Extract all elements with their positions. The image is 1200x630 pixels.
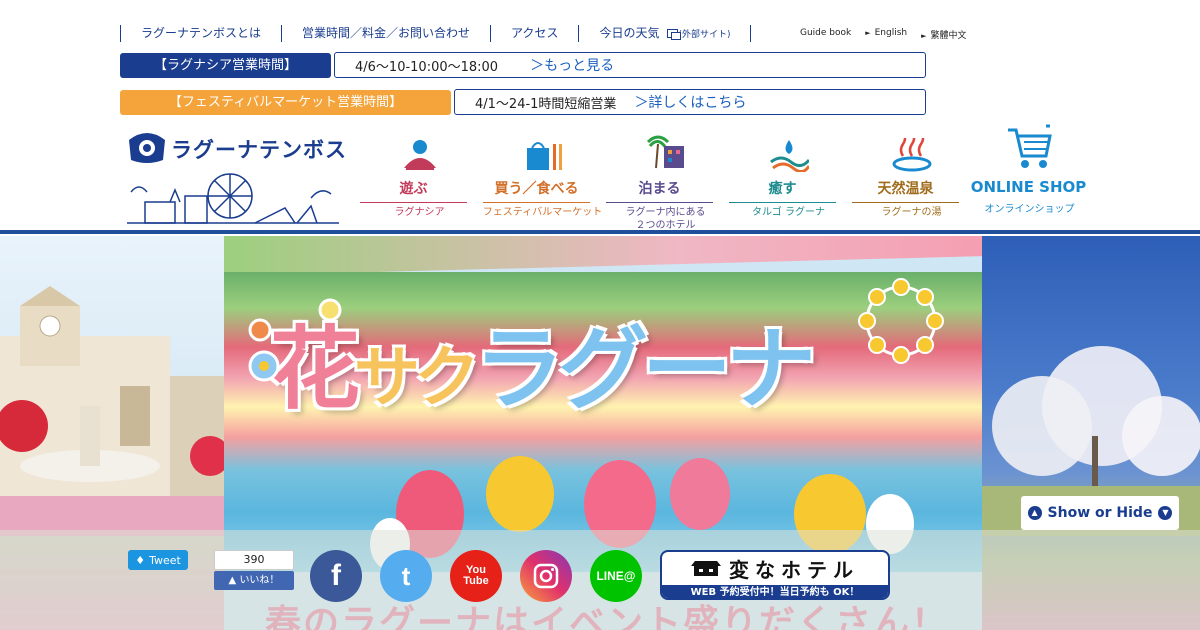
shopping-cart-icon bbox=[1007, 124, 1052, 168]
traditional-chinese-link[interactable]: ► 繁體中文 bbox=[921, 28, 966, 41]
lagunasia-more-link[interactable]: ＞もっと見る bbox=[530, 55, 614, 75]
instagram-icon[interactable] bbox=[520, 550, 572, 602]
thumbs-up-icon: ▲ bbox=[228, 575, 237, 586]
nav-about[interactable]: ラグーナテンボスとは bbox=[120, 24, 281, 42]
robot-hat-icon bbox=[691, 560, 721, 576]
tweet-button[interactable]: ♦ Tweet bbox=[128, 550, 188, 570]
nav-weather[interactable]: 今日の天気 (外部サイト) bbox=[578, 24, 752, 42]
arrow-right-icon: ► bbox=[921, 32, 927, 40]
top-nav: ラグーナテンボスとは 営業時間／料金／お問い合わせ アクセス 今日の天気 (外部サ… bbox=[120, 24, 752, 42]
park-skyline-icon bbox=[127, 173, 339, 224]
guide-book-link[interactable]: Guide book bbox=[800, 28, 851, 41]
category-tomaru[interactable]: 泊まる ラグーナ内にある ２つのホテル bbox=[604, 120, 727, 231]
shopping-bag-icon bbox=[526, 142, 562, 170]
site-logo[interactable]: ラグーナテンボス bbox=[125, 128, 347, 228]
hero-top-band bbox=[224, 236, 982, 276]
external-link-icon bbox=[667, 28, 682, 40]
lagunasia-hours-label: 【ラグナシア営業時間】 bbox=[120, 52, 331, 78]
festival-market-hours-bar: 【フェスティバルマーケット営業時間】 4/1～24-1時間短縮営業 ＞詳しくはこ… bbox=[120, 89, 926, 115]
header-divider bbox=[0, 230, 1200, 234]
triangle-down-icon: ▼ bbox=[1158, 506, 1173, 520]
henn-na-hotel-banner[interactable]: 変なホテル WEB 予約受付中！当日予約も OK！ bbox=[660, 550, 890, 600]
line-icon[interactable]: LINE@ bbox=[590, 550, 642, 602]
camera-icon bbox=[533, 563, 559, 589]
festival-hours-box: 4/1～24-1時間短縮営業 ＞詳しくはこちら bbox=[454, 89, 926, 115]
carousel-icon bbox=[403, 140, 436, 170]
category-online-shop[interactable]: ONLINE SHOP オンラインショップ bbox=[971, 120, 1096, 224]
category-kau-taberu[interactable]: 買う／食べる フェスティバルマーケット bbox=[481, 120, 604, 224]
lagunasia-hours-box: 4/6～10-10:00～18:00 ＞もっと見る bbox=[334, 52, 926, 78]
twitter-bird-icon: ♦ bbox=[135, 553, 146, 567]
blossom-tree-icon bbox=[982, 346, 1200, 536]
flower-decoration-icon bbox=[248, 298, 342, 382]
like-count: 390 bbox=[214, 550, 294, 570]
triangle-up-icon: ▲ bbox=[1027, 506, 1042, 520]
hot-spring-icon bbox=[892, 138, 931, 172]
category-iyasu[interactable]: 癒す タルゴ ラグーナ bbox=[727, 120, 850, 224]
facebook-icon[interactable]: f bbox=[310, 550, 362, 602]
category-nav: 遊ぶ ラグナシア 買う／食べる フェスティバルマーケット 泊まる ラグーナ内にあ… bbox=[358, 120, 1096, 231]
festival-more-link[interactable]: ＞詳しくはこちら bbox=[634, 92, 746, 112]
twitter-icon[interactable]: t bbox=[380, 550, 432, 602]
logo-text: ラグーナテンボス bbox=[171, 138, 347, 162]
nav-hours[interactable]: 営業時間／料金／お問い合わせ bbox=[281, 24, 490, 42]
nav-access[interactable]: アクセス bbox=[490, 24, 578, 42]
hotel-palm-icon bbox=[646, 135, 684, 169]
category-onsen[interactable]: 天然温泉 ラグーナの湯 bbox=[850, 120, 973, 224]
lagunasia-hours-bar: 【ラグナシア営業時間】 4/6～10-10:00～18:00 ＞もっと見る bbox=[120, 52, 926, 78]
youtube-icon[interactable]: You Tube bbox=[450, 550, 502, 602]
facebook-like-box[interactable]: 390 ▲ いいね！ bbox=[214, 550, 294, 590]
festival-hours-label: 【フェスティバルマーケット営業時間】 bbox=[120, 89, 451, 115]
spa-wave-icon bbox=[769, 140, 809, 172]
crest-icon bbox=[129, 133, 165, 163]
show-hide-button[interactable]: ▲ Show or Hide ▼ bbox=[1021, 496, 1179, 530]
ferris-wheel-icon bbox=[858, 278, 944, 364]
language-links: Guide book ► English ► 繁體中文 bbox=[800, 28, 967, 41]
category-asobu[interactable]: 遊ぶ ラグナシア bbox=[358, 120, 481, 224]
arrow-right-icon: ► bbox=[865, 29, 871, 37]
english-link[interactable]: ► English bbox=[865, 28, 907, 41]
building-photo-icon bbox=[0, 286, 230, 536]
like-button[interactable]: ▲ いいね！ bbox=[214, 571, 294, 590]
